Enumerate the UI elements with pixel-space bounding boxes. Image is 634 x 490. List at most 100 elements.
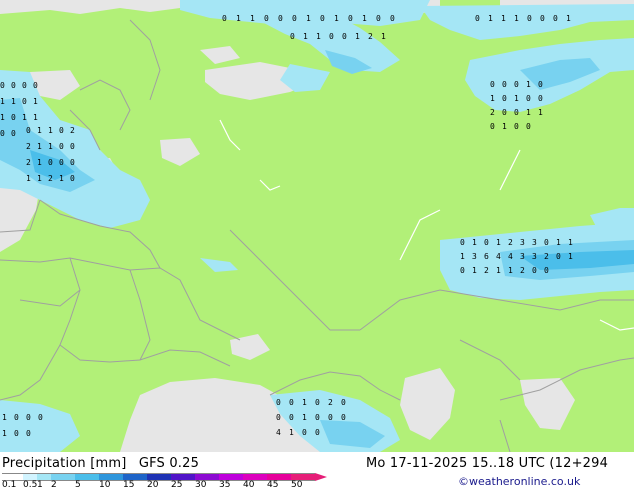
point-value-label: 0 bbox=[526, 122, 531, 131]
point-value-label: 0 bbox=[33, 81, 38, 90]
point-value-label: 6 bbox=[484, 252, 489, 261]
point-value-label: 0 bbox=[26, 126, 31, 135]
point-value-label: 1 bbox=[0, 97, 5, 106]
legend-tick-label: 0.5 bbox=[23, 480, 38, 490]
point-value-label: 0 bbox=[342, 32, 347, 41]
point-value-label: 0 bbox=[553, 14, 558, 23]
point-value-label: 1 bbox=[11, 97, 16, 106]
legend-tick-label: 45 bbox=[267, 480, 279, 490]
point-value-label: 0 bbox=[556, 252, 561, 261]
point-value-label: 1 bbox=[59, 174, 64, 183]
point-value-label: 0 bbox=[11, 113, 16, 122]
point-value-label: 0 bbox=[11, 81, 16, 90]
legend-tick-label: 20 bbox=[147, 480, 159, 490]
point-value-label: 0 bbox=[11, 129, 16, 138]
point-value-label: 0 bbox=[484, 238, 489, 247]
valid-time: Mo 17-11-2025 15..18 UTC (12+294 bbox=[366, 456, 609, 471]
point-value-label: 0 bbox=[0, 81, 5, 90]
point-value-label: 0 bbox=[315, 398, 320, 407]
point-value-label: 0 bbox=[544, 266, 549, 275]
point-value-label: 0 bbox=[514, 80, 519, 89]
point-value-label: 3 bbox=[532, 252, 537, 261]
point-value-label: 2 bbox=[490, 108, 495, 117]
point-value-label: 0 bbox=[527, 14, 532, 23]
point-value-label: 0 bbox=[540, 14, 545, 23]
point-value-label: 1 bbox=[526, 108, 531, 117]
point-value-label: 0 bbox=[290, 32, 295, 41]
point-value-label: 1 bbox=[316, 32, 321, 41]
point-value-label: 0 bbox=[320, 14, 325, 23]
point-value-label: 2 bbox=[520, 266, 525, 275]
point-value-label: 0 bbox=[276, 398, 281, 407]
point-value-label: 1 bbox=[37, 158, 42, 167]
point-value-label: 0 bbox=[70, 158, 75, 167]
point-value-label: 1 bbox=[496, 266, 501, 275]
point-value-label: 1 bbox=[303, 32, 308, 41]
point-value-label: 1 bbox=[355, 32, 360, 41]
legend-tick-label: 2 bbox=[51, 480, 57, 490]
point-value-label: 1 bbox=[566, 14, 571, 23]
point-value-label: 0 bbox=[490, 122, 495, 131]
point-value-label: 1 bbox=[514, 94, 519, 103]
point-value-label: 4 bbox=[276, 428, 281, 437]
rivers bbox=[219, 119, 634, 331]
point-value-label: 0 bbox=[315, 428, 320, 437]
point-value-label: 0 bbox=[502, 94, 507, 103]
point-value-label: 1 bbox=[488, 14, 493, 23]
point-value-label: 0 bbox=[390, 14, 395, 23]
point-value-label: 0 bbox=[328, 413, 333, 422]
point-value-label: 0 bbox=[14, 429, 19, 438]
point-value-label: 0 bbox=[490, 80, 495, 89]
point-value-label: 1 bbox=[460, 252, 465, 261]
point-value-label: 0 bbox=[502, 108, 507, 117]
precipitation-map: 0110001010100011001210111000101102211002… bbox=[0, 0, 634, 452]
point-value-label: 0 bbox=[59, 158, 64, 167]
point-value-label: 1 bbox=[37, 126, 42, 135]
point-value-label: 2 bbox=[508, 238, 513, 247]
point-value-label: 1 bbox=[2, 429, 7, 438]
point-value-label: 0 bbox=[341, 398, 346, 407]
point-value-label: 0 bbox=[315, 413, 320, 422]
legend-tick-label: 1 bbox=[37, 480, 43, 490]
point-value-label: 1 bbox=[496, 238, 501, 247]
point-value-label: 0 bbox=[38, 413, 43, 422]
point-value-label: 1 bbox=[306, 14, 311, 23]
point-value-label: 1 bbox=[2, 413, 7, 422]
point-value-label: 0 bbox=[460, 266, 465, 275]
point-value-label: 2 bbox=[484, 266, 489, 275]
point-value-label: 1 bbox=[250, 14, 255, 23]
point-value-label: 0 bbox=[538, 80, 543, 89]
point-value-label: 0 bbox=[302, 428, 307, 437]
point-value-label: 1 bbox=[502, 122, 507, 131]
point-value-label: 0 bbox=[460, 238, 465, 247]
point-value-label: 0 bbox=[475, 14, 480, 23]
point-value-label: 1 bbox=[48, 126, 53, 135]
legend-tick-label: 5 bbox=[75, 480, 81, 490]
point-value-label: 1 bbox=[472, 238, 477, 247]
point-value-label: 0 bbox=[514, 108, 519, 117]
point-value-label: 0 bbox=[292, 14, 297, 23]
point-value-label: 1 bbox=[514, 14, 519, 23]
legend-tick-label: 25 bbox=[171, 480, 183, 490]
point-value-label: 1 bbox=[302, 413, 307, 422]
point-value-label: 1 bbox=[48, 142, 53, 151]
point-value-label: 0 bbox=[502, 80, 507, 89]
point-value-label: 0 bbox=[22, 97, 27, 106]
credit-link[interactable]: ©weatheronline.co.uk bbox=[458, 475, 580, 489]
point-value-label: 1 bbox=[556, 238, 561, 247]
point-value-label: 0 bbox=[289, 398, 294, 407]
point-value-label: 3 bbox=[520, 252, 525, 261]
point-value-label: 0 bbox=[70, 174, 75, 183]
point-value-label: 0 bbox=[289, 413, 294, 422]
point-value-label: 0 bbox=[341, 413, 346, 422]
point-value-label: 0 bbox=[278, 14, 283, 23]
product-label: Precipitation [mm] bbox=[2, 456, 127, 471]
point-value-label: 2 bbox=[328, 398, 333, 407]
point-value-label: 1 bbox=[33, 97, 38, 106]
legend-tick-label: 40 bbox=[243, 480, 255, 490]
product-title: Precipitation [mm] GFS 0.25 bbox=[2, 457, 199, 471]
point-value-label: 1 bbox=[362, 14, 367, 23]
point-value-label: 1 bbox=[236, 14, 241, 23]
point-value-label: 0 bbox=[59, 142, 64, 151]
point-value-label: 1 bbox=[472, 266, 477, 275]
